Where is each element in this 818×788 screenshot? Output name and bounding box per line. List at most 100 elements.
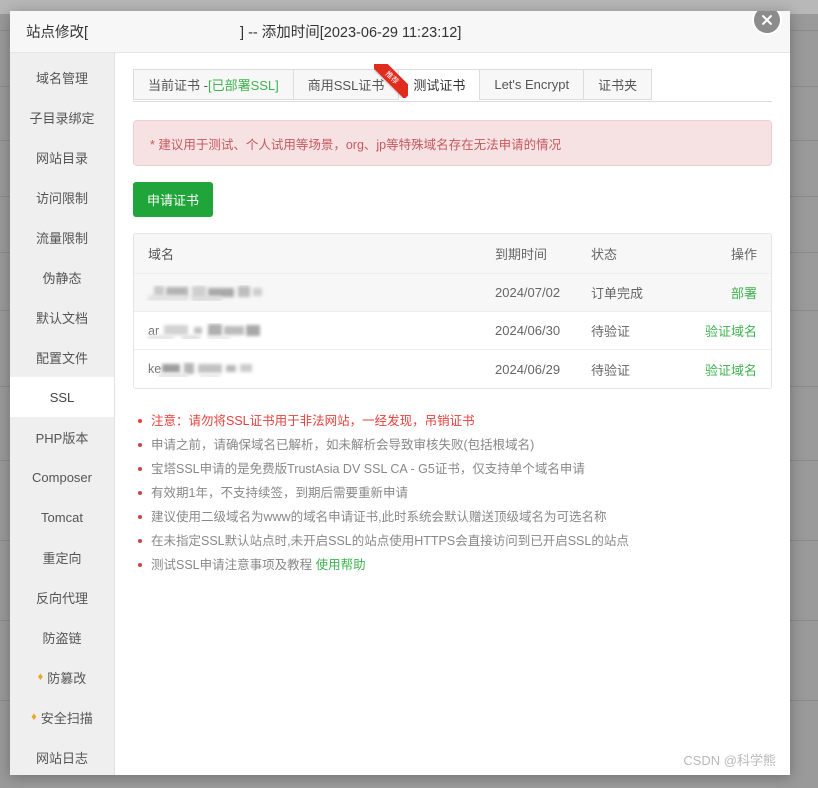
cell-expire-date: 2024/06/29 bbox=[495, 362, 591, 377]
mosaic-block bbox=[240, 364, 252, 372]
cell-domain bbox=[134, 285, 495, 301]
cell-action: 验证域名 bbox=[679, 321, 771, 340]
tab-0[interactable]: 当前证书 - [已部署SSL] bbox=[133, 69, 293, 100]
col-header-domain: 域名 bbox=[134, 244, 495, 263]
sidebar-item-label: 重定向 bbox=[42, 548, 81, 567]
sidebar-item-label: 子目录绑定 bbox=[29, 108, 94, 127]
modal-title-bar: 站点修改[ ] -- 添加时间[2023-06-29 11:23:12] bbox=[10, 11, 790, 53]
note-item: 宝塔SSL申请的是免费版TrustAsia DV SSL CA - G5证书，仅… bbox=[133, 457, 772, 481]
sidebar-item-label: 配置文件 bbox=[36, 348, 88, 367]
tab-2[interactable]: 测试证书 bbox=[398, 69, 479, 100]
sidebar-item-label: 防盗链 bbox=[42, 628, 81, 647]
note-text: 注意：请勿将SSL证书用于非法网站，一经发现，吊销证书 bbox=[151, 414, 475, 428]
cell-status: 待验证 bbox=[591, 321, 679, 340]
sidebar-item-label: 默认文档 bbox=[36, 308, 88, 327]
sidebar-item-2[interactable]: 网站目录 bbox=[10, 137, 114, 177]
note-text: 测试SSL申请注意事项及教程 bbox=[151, 558, 316, 572]
tab-3[interactable]: Let's Encrypt bbox=[479, 69, 583, 100]
mosaic-block bbox=[238, 286, 250, 297]
col-header-expire: 到期时间 bbox=[495, 244, 591, 263]
mosaic-block bbox=[208, 324, 222, 336]
sidebar-item-8[interactable]: SSL bbox=[10, 377, 114, 417]
sidebar-item-9[interactable]: PHP版本 bbox=[10, 417, 114, 457]
tab-label: 商用SSL证书 bbox=[308, 75, 385, 94]
sidebar-item-5[interactable]: 伪静态 bbox=[10, 257, 114, 297]
help-link[interactable]: 使用帮助 bbox=[316, 558, 366, 572]
cell-expire-date: 2024/07/02 bbox=[495, 285, 591, 300]
col-header-status: 状态 bbox=[591, 244, 679, 263]
col-header-action: 操作 bbox=[679, 244, 771, 263]
sidebar-item-6[interactable]: 默认文档 bbox=[10, 297, 114, 337]
cell-expire-date: 2024/06/30 bbox=[495, 323, 591, 338]
redacted-domain: ar bbox=[148, 323, 495, 339]
table-row: 2024/07/02订单完成 部署 bbox=[134, 274, 771, 312]
sidebar-item-label: Composer bbox=[32, 470, 92, 485]
sidebar-item-15[interactable]: ♦防篡改 bbox=[10, 657, 114, 697]
sidebar-item-17[interactable]: 网站日志 bbox=[10, 737, 114, 775]
crown-icon: ♦ bbox=[31, 712, 37, 723]
sidebar-item-label: PHP版本 bbox=[36, 428, 89, 447]
sidebar-item-label: 访问限制 bbox=[36, 188, 88, 207]
tab-4[interactable]: 证书夹 bbox=[583, 69, 652, 100]
note-item: 在未指定SSL默认站点时,未开启SSL的站点使用HTTPS会直接访问到已开启SS… bbox=[133, 529, 772, 553]
sidebar-item-1[interactable]: 子目录绑定 bbox=[10, 97, 114, 137]
sidebar-nav: 域名管理子目录绑定网站目录访问限制流量限制伪静态默认文档配置文件 SSL PHP版本… bbox=[10, 53, 115, 775]
mosaic-block bbox=[226, 365, 236, 372]
mosaic-block bbox=[208, 336, 230, 339]
note-item: 注意：请勿将SSL证书用于非法网站，一经发现，吊销证书 bbox=[133, 409, 772, 433]
sidebar-item-label: 防篡改 bbox=[47, 668, 86, 687]
sidebar-item-3[interactable]: 访问限制 bbox=[10, 177, 114, 217]
tab-label: Let's Encrypt bbox=[494, 77, 569, 92]
modal-title-prefix: 站点修改[ bbox=[26, 21, 88, 42]
sidebar-item-13[interactable]: 反向代理 bbox=[10, 577, 114, 617]
note-item: 有效期1年，不支持续签，到期后需要重新申请 bbox=[133, 481, 772, 505]
sidebar-item-0[interactable]: 域名管理 bbox=[10, 57, 114, 97]
modal-title-suffix: ] -- 添加时间[2023-06-29 11:23:12] bbox=[240, 21, 461, 42]
tab-label: 证书夹 bbox=[598, 75, 637, 94]
table-body: 2024/07/02订单完成部署ar2024/06/30待验证验证域名ke202… bbox=[134, 274, 771, 388]
mosaic-block bbox=[194, 327, 202, 334]
mosaic-block bbox=[200, 374, 220, 377]
sidebar-item-label: Tomcat bbox=[41, 510, 83, 525]
action-link[interactable]: 验证域名 bbox=[705, 324, 757, 339]
apply-certificate-button[interactable]: 申请证书 bbox=[133, 182, 213, 217]
notice-banner: * 建议用于测试、个人试用等场景，org、jp等特殊域名存在无法申请的情况 bbox=[133, 120, 772, 166]
crown-icon: ♦ bbox=[38, 672, 44, 683]
cell-domain: ar bbox=[134, 323, 495, 339]
sidebar-item-11[interactable]: Tomcat bbox=[10, 497, 114, 537]
mosaic-block bbox=[158, 373, 188, 377]
redacted-domain: ke bbox=[148, 361, 495, 377]
action-link[interactable]: 验证域名 bbox=[705, 363, 757, 378]
cell-action: 验证域名 bbox=[679, 360, 771, 379]
csdn-watermark: CSDN @科学熊 bbox=[683, 750, 776, 769]
tab-label: 当前证书 - bbox=[148, 75, 208, 94]
cell-action: 部署 bbox=[679, 283, 771, 302]
sidebar-item-7[interactable]: 配置文件 bbox=[10, 337, 114, 377]
mosaic-block bbox=[246, 325, 260, 336]
sidebar-item-10[interactable]: Composer bbox=[10, 457, 114, 497]
mosaic-block bbox=[164, 325, 188, 335]
tab-1[interactable]: 商用SSL证书推荐 bbox=[293, 69, 399, 100]
note-item: 建议使用二级域名为www的域名申请证书,此时系统会默认赠送顶级域名为可选名称 bbox=[133, 505, 772, 529]
sidebar-item-4[interactable]: 流量限制 bbox=[10, 217, 114, 257]
sidebar-item-16[interactable]: ♦安全扫描 bbox=[10, 697, 114, 737]
note-text: 有效期1年，不支持续签，到期后需要重新申请 bbox=[151, 486, 408, 500]
note-text: 在未指定SSL默认站点时,未开启SSL的站点使用HTTPS会直接访问到已开启SS… bbox=[151, 534, 629, 548]
mosaic-block bbox=[162, 364, 180, 373]
redacted-domain bbox=[148, 285, 495, 301]
sidebar-item-14[interactable]: 防盗链 bbox=[10, 617, 114, 657]
note-text: 宝塔SSL申请的是免费版TrustAsia DV SSL CA - G5证书，仅… bbox=[151, 462, 585, 476]
sidebar-item-label: 反向代理 bbox=[36, 588, 88, 607]
site-edit-modal: 站点修改[ ] -- 添加时间[2023-06-29 11:23:12] 域名管理… bbox=[10, 11, 790, 775]
mosaic-block bbox=[182, 335, 200, 339]
notice-text: * 建议用于测试、个人试用等场景，org、jp等特殊域名存在无法申请的情况 bbox=[150, 134, 561, 153]
mosaic-block bbox=[224, 326, 244, 335]
modal-title-redacted-domain bbox=[89, 26, 239, 39]
action-link[interactable]: 部署 bbox=[731, 286, 757, 301]
mosaic-block bbox=[198, 364, 222, 373]
sidebar-item-label: 网站日志 bbox=[36, 748, 88, 767]
cell-status: 订单完成 bbox=[591, 283, 679, 302]
sidebar-item-12[interactable]: 重定向 bbox=[10, 537, 114, 577]
sidebar-item-label: 伪静态 bbox=[42, 268, 81, 287]
mosaic-block bbox=[192, 296, 222, 301]
